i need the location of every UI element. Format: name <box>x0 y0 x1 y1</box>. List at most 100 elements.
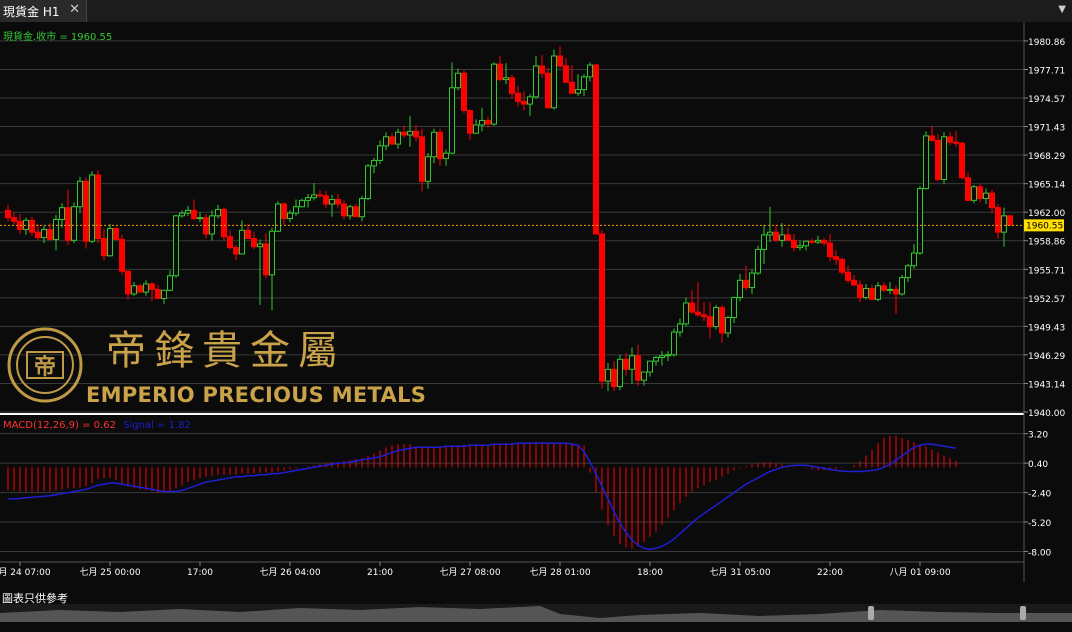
candle-body <box>323 195 329 205</box>
navigator-left-handle[interactable] <box>868 606 874 620</box>
candle-body <box>773 231 779 241</box>
candle-body <box>629 355 635 370</box>
tab-chart[interactable]: 現貨金 H1 ✕ <box>0 0 87 22</box>
candle-body <box>383 136 389 147</box>
candle-body <box>155 288 161 299</box>
candle-body <box>53 218 59 240</box>
close-icon[interactable]: ✕ <box>69 2 80 17</box>
candle-body <box>431 131 437 158</box>
candle-body <box>467 109 473 134</box>
time-tick-label: 七月 26 04:00 <box>259 567 320 578</box>
candle-body <box>371 159 377 167</box>
candle-body <box>749 272 755 289</box>
candle-body <box>5 209 11 219</box>
candle-body <box>647 360 653 373</box>
candle-body <box>779 234 785 241</box>
price-tick-label: 1949.43 <box>1028 323 1065 333</box>
candle-body <box>599 233 605 382</box>
candle-body <box>425 156 431 182</box>
candle-body <box>971 186 977 201</box>
candle-body <box>317 194 323 197</box>
candle-body <box>29 219 35 233</box>
candle-body <box>305 197 311 201</box>
candle-body <box>677 323 683 333</box>
candle-body <box>719 307 725 334</box>
candle-body <box>83 180 89 242</box>
candle-body <box>695 311 701 316</box>
candle-body <box>377 145 383 161</box>
time-tick-label: 17:00 <box>187 568 213 578</box>
title-bar: 現貨金 H1 ✕ ▼ <box>0 0 1072 23</box>
time-tick-label: 八月 01 09:00 <box>889 567 950 578</box>
candle-body <box>839 258 845 273</box>
macd-tick-label: 3.20 <box>1028 431 1048 441</box>
candle-body <box>107 228 113 257</box>
candle-body <box>11 217 17 222</box>
candle-body <box>125 270 131 295</box>
last-price-badge: 1960.55 <box>1024 219 1064 232</box>
candle-body <box>989 192 995 209</box>
candle-body <box>491 63 497 125</box>
candle-body <box>983 192 989 200</box>
price-tick-label: 1940.00 <box>1028 409 1065 419</box>
candle-body <box>959 142 965 179</box>
candle-body <box>821 239 827 244</box>
time-tick-label: 21:00 <box>367 568 393 578</box>
candle-body <box>689 302 695 313</box>
candle-body <box>485 119 491 125</box>
macd-tick-label: -5.20 <box>1028 519 1052 529</box>
candle-body <box>269 230 275 276</box>
candle-body <box>101 238 107 257</box>
candle-body <box>617 358 623 388</box>
candle-body <box>623 358 629 370</box>
candle-body <box>767 231 773 236</box>
candle-body <box>131 285 137 295</box>
candle-body <box>575 89 581 94</box>
candle-body <box>815 239 821 243</box>
navigator-bar[interactable] <box>0 604 1072 622</box>
candle-body <box>449 87 455 154</box>
candle-body <box>911 252 917 267</box>
candle-body <box>389 136 395 145</box>
macd-tick-label: -2.40 <box>1028 490 1052 500</box>
time-tick-label: 22:00 <box>817 568 843 578</box>
candle-body <box>797 245 803 249</box>
candle-body <box>455 72 461 89</box>
candle-body <box>35 231 41 239</box>
price-tick-label: 1965.14 <box>1028 181 1065 191</box>
footer: 圖表只供參考 <box>0 590 1072 632</box>
candle-body <box>977 186 983 200</box>
candle-body <box>65 207 71 241</box>
candle-body <box>953 141 959 144</box>
candle-body <box>701 314 707 318</box>
time-tick-label: 七月 27 08:00 <box>439 567 500 578</box>
tab-label: 現貨金 H1 <box>3 5 60 19</box>
candle-body <box>737 279 743 299</box>
candle-body <box>245 229 251 240</box>
candle-body <box>755 248 761 274</box>
candle-body <box>281 203 287 220</box>
chart-area[interactable]: 1980.86 1977.71 1974.57 1971.43 1968.29 1965.… <box>0 22 1072 590</box>
candle-body <box>353 206 359 218</box>
navigator-right-handle[interactable] <box>1020 606 1026 620</box>
candle-body <box>347 206 353 217</box>
candle-body <box>149 283 155 290</box>
candle-body <box>137 285 143 293</box>
candle-body <box>857 284 863 299</box>
macd-tick-label: 0.40 <box>1028 460 1048 470</box>
candle-body <box>215 208 221 217</box>
price-tick-label: 1946.29 <box>1028 352 1065 362</box>
candle-body <box>71 206 77 241</box>
candle-body <box>437 131 443 160</box>
candle-body <box>185 209 191 214</box>
candle-body <box>827 242 833 258</box>
candle-body <box>119 238 125 272</box>
candle-body <box>875 285 881 300</box>
macd-legend: MACD(12,26,9) = 0.62 Signal = 1.82 <box>3 420 191 431</box>
chevron-down-icon[interactable]: ▼ <box>1058 4 1066 15</box>
candle-body <box>761 234 767 250</box>
candle-body <box>233 247 239 255</box>
candle-body <box>341 203 347 217</box>
candle-body <box>407 130 413 136</box>
candle-body <box>881 285 887 291</box>
